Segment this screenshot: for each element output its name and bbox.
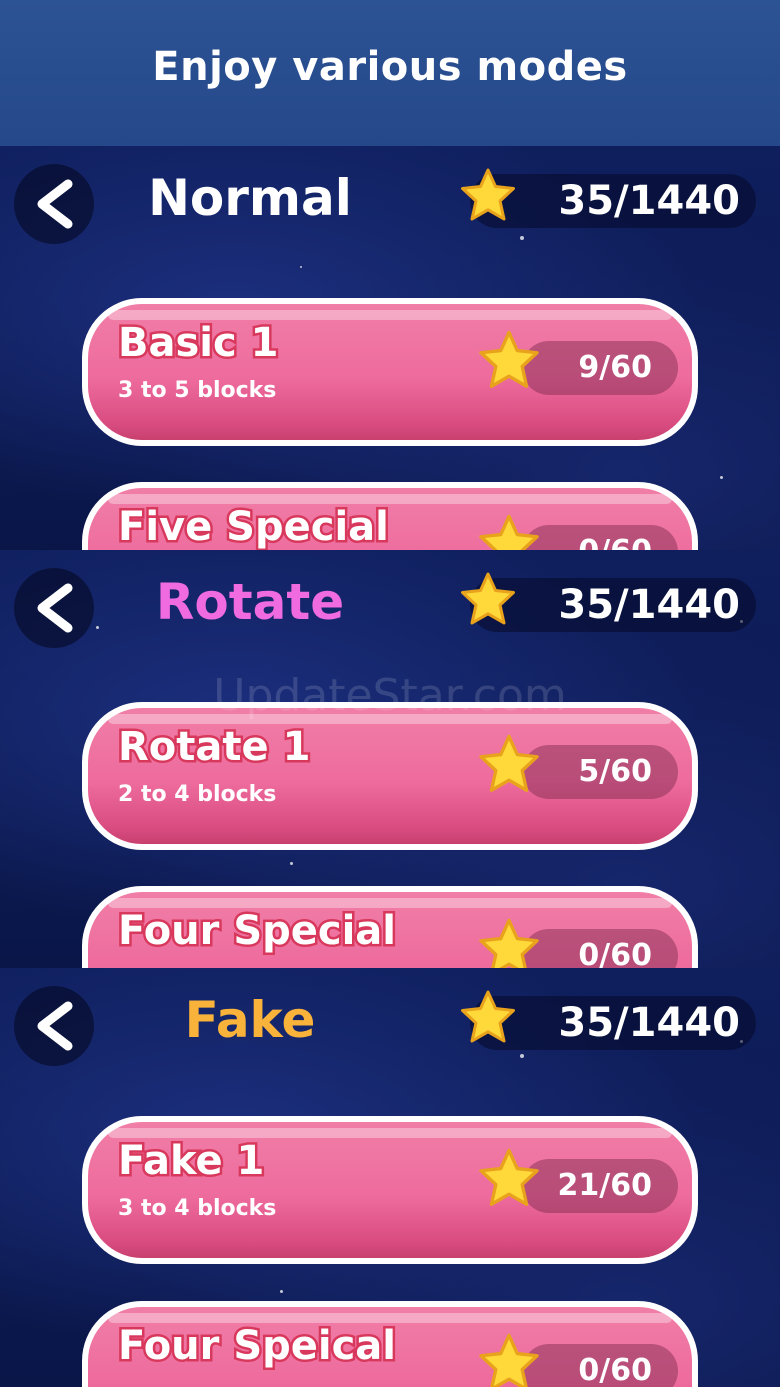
back-button[interactable]	[14, 986, 94, 1066]
total-stars-count: 35/1440	[558, 582, 740, 628]
chevron-left-icon	[37, 583, 73, 633]
mode-panel-normal: Normal 35/1440 Basic 1 3 to 5 blocks 9/6…	[0, 146, 780, 550]
level-name: Rotate 1	[115, 722, 312, 773]
level-card[interactable]: Rotate 1 2 to 4 blocks 5/60	[82, 702, 698, 850]
star-icon	[479, 1148, 539, 1206]
level-card[interactable]: Four Special 0/60	[82, 886, 698, 968]
watermark: UpdateStar.com	[213, 670, 567, 721]
level-card[interactable]: Four Speical 0/60	[82, 1301, 698, 1387]
level-score: 0/60	[578, 1353, 652, 1387]
level-score: 0/60	[578, 938, 652, 968]
level-score: 21/60	[557, 1168, 652, 1203]
level-score: 5/60	[578, 754, 652, 789]
star-icon	[479, 918, 539, 968]
star-icon	[479, 330, 539, 388]
total-stars-count: 35/1440	[558, 1000, 740, 1046]
level-score: 0/60	[532, 525, 652, 550]
level-card[interactable]: Fake 1 3 to 4 blocks 21/60	[82, 1116, 698, 1264]
back-button[interactable]	[14, 568, 94, 648]
level-name: Four Speical	[115, 1321, 398, 1372]
mode-title: Fake	[184, 991, 316, 1049]
mode-title: Normal	[148, 169, 352, 227]
level-card[interactable]: Five Special 0/60	[82, 482, 698, 550]
level-subtitle: 3 to 5 blocks	[118, 378, 277, 403]
banner-title: Enjoy various modes	[152, 44, 628, 90]
chevron-left-icon	[37, 179, 73, 229]
chevron-left-icon	[37, 1001, 73, 1051]
star-icon	[479, 1333, 539, 1387]
mode-panel-fake: Fake 35/1440 Fake 1 3 to 4 blocks 21/60 …	[0, 968, 780, 1387]
level-name: Five Special	[116, 502, 392, 551]
promo-banner: Enjoy various modes	[0, 0, 780, 146]
level-subtitle: 3 to 4 blocks	[118, 1196, 277, 1221]
star-icon	[479, 734, 539, 792]
total-stars-count: 35/1440	[558, 178, 740, 224]
level-name: Fake 1	[115, 1136, 266, 1187]
mode-title: Rotate	[155, 573, 345, 631]
level-score: 9/60	[578, 350, 652, 385]
mode-panel-rotate: Rotate 35/1440 Rotate 1 2 to 4 blocks 5/…	[0, 550, 780, 968]
star-icon	[479, 514, 539, 550]
level-name: Basic 1	[115, 318, 280, 369]
level-name: Four Special	[115, 906, 398, 957]
level-subtitle: 2 to 4 blocks	[118, 782, 277, 807]
back-button[interactable]	[14, 164, 94, 244]
level-card[interactable]: Basic 1 3 to 5 blocks 9/60	[82, 298, 698, 446]
